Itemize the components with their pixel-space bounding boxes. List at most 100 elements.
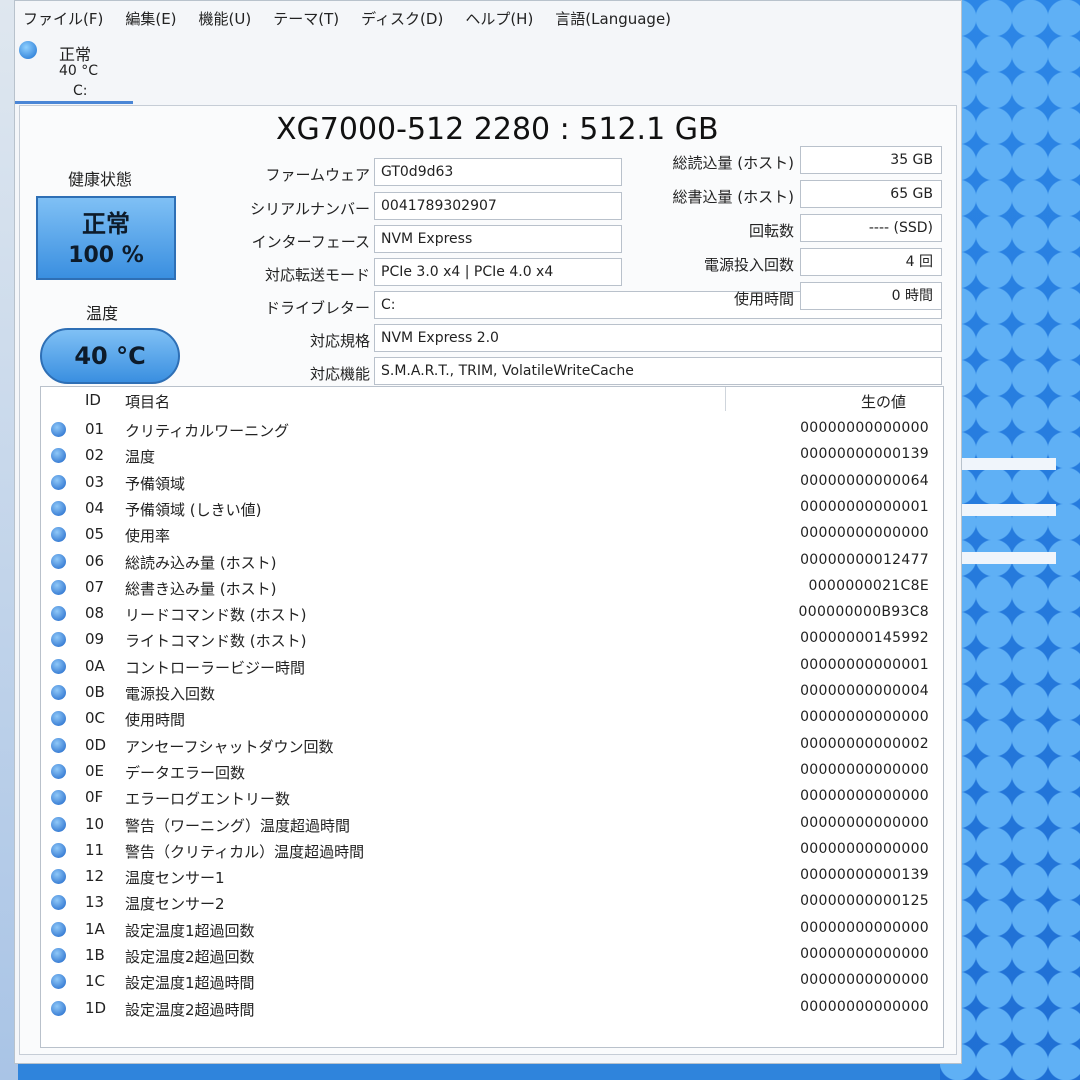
table-row[interactable]: 11 警告（クリティカル）温度超過時間 00000000000000 bbox=[41, 838, 943, 864]
status-dot-icon bbox=[51, 948, 66, 963]
table-row[interactable]: 0A コントローラービジー時間 00000000000001 bbox=[41, 654, 943, 680]
row-name: 設定温度2超過回数 bbox=[125, 948, 255, 966]
row-raw-value: 00000000000000 bbox=[800, 972, 929, 989]
row-id: 1A bbox=[85, 919, 105, 938]
table-row[interactable]: 1B 設定温度2超過回数 00000000000000 bbox=[41, 943, 943, 969]
row-name: 設定温度2超過時間 bbox=[125, 1000, 255, 1019]
row-raw-value: 00000000000004 bbox=[800, 683, 929, 699]
power-on-hours-value: 0 時間 bbox=[800, 282, 942, 310]
row-name: 温度センサー1 bbox=[125, 869, 225, 888]
row-raw-value: 00000000145992 bbox=[800, 630, 929, 647]
features-label: 対応機能 bbox=[309, 365, 370, 383]
table-row[interactable]: 04 予備領域 (しきい値) 00000000000001 bbox=[41, 496, 943, 522]
column-header-raw[interactable]: 生の値 bbox=[861, 391, 906, 412]
disk-tab-letter: C: bbox=[73, 83, 88, 99]
column-header-id[interactable]: ID bbox=[85, 391, 101, 409]
firmware-value: GT0d9d63 bbox=[374, 158, 622, 186]
table-row[interactable]: 01 クリティカルワーニング 00000000000000 bbox=[41, 417, 943, 443]
wallpaper-bar bbox=[956, 504, 1056, 516]
table-row[interactable]: 1D 設定温度2超過時間 00000000000000 bbox=[41, 996, 943, 1022]
status-dot-icon bbox=[51, 606, 66, 622]
row-id: 09 bbox=[85, 630, 105, 649]
smart-attribute-table[interactable]: ID 項目名 生の値 01 クリティカルワーニング 00000000000000 02… bbox=[40, 386, 944, 1048]
power-on-hours-label: 使用時間 bbox=[733, 290, 794, 308]
menu-edit[interactable]: 編集(E) bbox=[125, 8, 176, 29]
table-row[interactable]: 09 ライトコマンド数 (ホスト) 00000000145992 bbox=[41, 627, 943, 653]
row-raw-value: 00000000000000 bbox=[800, 761, 929, 778]
menu-language[interactable]: 言語(Language) bbox=[555, 8, 671, 29]
health-dot-icon bbox=[19, 41, 37, 59]
health-status-button[interactable]: 正常 100 % bbox=[36, 196, 176, 280]
table-row[interactable]: 0C 使用時間 00000000000000 bbox=[41, 706, 943, 732]
table-row[interactable]: 08 リードコマンド数 (ホスト) 000000000B93C8 bbox=[41, 601, 943, 627]
status-dot-icon bbox=[51, 474, 66, 490]
power-on-count-label: 電源投入回数 bbox=[703, 256, 794, 274]
row-name: 総読み込み量 (ホスト) bbox=[125, 553, 277, 572]
table-row[interactable]: 0E データエラー回数 00000000000000 bbox=[41, 759, 943, 785]
status-dot-icon bbox=[51, 921, 66, 937]
row-name: アンセーフシャットダウン回数 bbox=[125, 737, 334, 756]
table-row[interactable]: 05 使用率 00000000000000 bbox=[41, 522, 943, 548]
menu-theme[interactable]: テーマ(T) bbox=[273, 8, 339, 29]
status-dot-icon bbox=[51, 869, 66, 885]
row-id: 0B bbox=[85, 683, 105, 701]
row-id: 03 bbox=[85, 472, 105, 491]
row-id: 12 bbox=[85, 867, 105, 886]
row-raw-value: 00000000000000 bbox=[800, 420, 929, 436]
table-row[interactable]: 1A 設定温度1超過回数 00000000000000 bbox=[41, 917, 943, 943]
row-id: 01 bbox=[85, 420, 105, 438]
disk-tab-temp: 40 °C bbox=[59, 63, 99, 79]
row-id: 08 bbox=[85, 604, 105, 623]
interface-label: インターフェース bbox=[251, 233, 370, 251]
row-name: 予備領域 (しきい値) bbox=[125, 500, 262, 519]
row-id: 05 bbox=[85, 525, 105, 544]
row-name: コントローラービジー時間 bbox=[125, 658, 306, 677]
row-raw-value: 00000000000139 bbox=[800, 446, 929, 463]
table-row[interactable]: 10 警告（ワーニング）温度超過時間 00000000000000 bbox=[41, 812, 943, 838]
row-name: エラーログエントリー数 bbox=[125, 790, 291, 809]
row-name: ライトコマンド数 (ホスト) bbox=[125, 632, 307, 651]
power-on-count-value: 4 回 bbox=[800, 248, 942, 276]
row-id: 0C bbox=[85, 709, 106, 728]
row-raw-value: 00000000000001 bbox=[800, 656, 929, 673]
table-row[interactable]: 0B 電源投入回数 00000000000004 bbox=[41, 680, 943, 706]
table-row[interactable]: 1C 設定温度1超過時間 00000000000000 bbox=[41, 969, 943, 995]
table-row[interactable]: 13 温度センサー2 00000000000125 bbox=[41, 890, 943, 916]
table-row[interactable]: 0D アンセーフシャットダウン回数 00000000000002 bbox=[41, 733, 943, 759]
wallpaper-bar bbox=[956, 458, 1056, 470]
row-id: 02 bbox=[85, 446, 105, 465]
disk-tab-c[interactable]: 正常 40 °C C: bbox=[19, 39, 129, 101]
table-row[interactable]: 06 総読み込み量 (ホスト) 00000000012477 bbox=[41, 549, 943, 575]
table-row[interactable]: 07 総書き込み量 (ホスト) 0000000021C8E bbox=[41, 575, 943, 601]
temperature-label: 温度 bbox=[86, 304, 119, 323]
row-id: 1C bbox=[85, 972, 106, 991]
row-name: 警告（ワーニング）温度超過時間 bbox=[125, 816, 351, 835]
table-row[interactable]: 03 予備領域 00000000000064 bbox=[41, 470, 943, 496]
row-name: クリティカルワーニング bbox=[125, 422, 290, 440]
menu-help[interactable]: ヘルプ(H) bbox=[465, 8, 533, 29]
status-dot-icon bbox=[51, 632, 66, 648]
table-row[interactable]: 0F エラーログエントリー数 00000000000000 bbox=[41, 785, 943, 811]
row-name: 総書き込み量 (ホスト) bbox=[125, 579, 277, 598]
temperature-button[interactable]: 40 °C bbox=[40, 328, 180, 384]
status-dot-icon bbox=[51, 711, 66, 727]
menu-file[interactable]: ファイル(F) bbox=[23, 8, 103, 29]
status-dot-icon bbox=[51, 895, 66, 911]
total-writes-label: 総書込量 (ホスト) bbox=[672, 188, 794, 206]
table-row[interactable]: 12 温度センサー1 00000000000139 bbox=[41, 864, 943, 890]
health-percent: 100 % bbox=[68, 243, 144, 268]
status-dot-icon bbox=[51, 448, 66, 464]
interface-value: NVM Express bbox=[374, 225, 622, 253]
menu-disk[interactable]: ディスク(D) bbox=[361, 8, 443, 29]
row-raw-value: 00000000012477 bbox=[800, 551, 929, 568]
total-reads-label: 総読込量 (ホスト) bbox=[672, 154, 794, 172]
row-raw-value: 00000000000001 bbox=[800, 498, 929, 515]
row-id: 13 bbox=[85, 893, 105, 912]
row-name: 使用時間 bbox=[125, 711, 186, 730]
tab-selected-indicator bbox=[15, 101, 133, 104]
row-id: 0F bbox=[85, 788, 104, 807]
table-row[interactable]: 02 温度 00000000000139 bbox=[41, 443, 943, 469]
column-header-name[interactable]: 項目名 bbox=[125, 391, 170, 412]
firmware-label: ファームウェア bbox=[265, 166, 370, 184]
menu-function[interactable]: 機能(U) bbox=[199, 8, 252, 29]
